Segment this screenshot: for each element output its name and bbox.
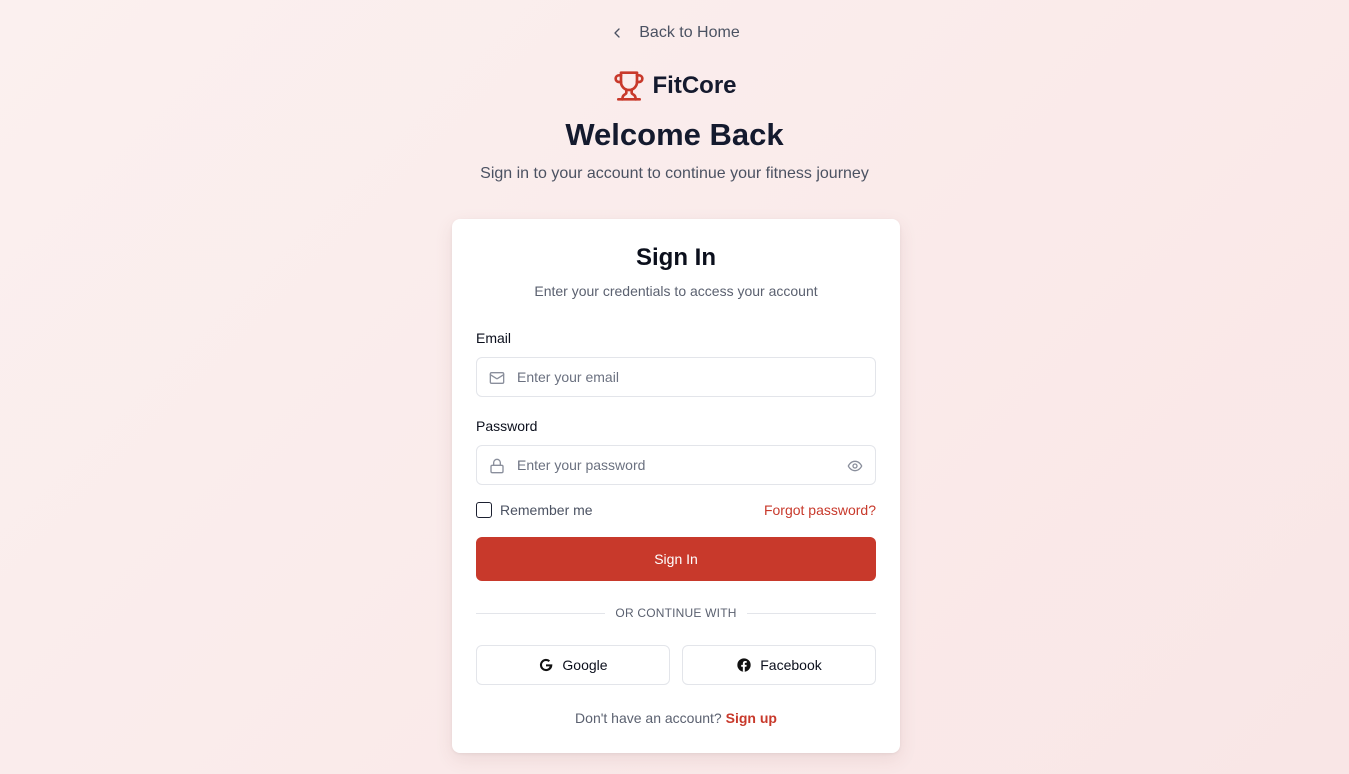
forgot-password-link[interactable]: Forgot password? bbox=[764, 502, 876, 518]
remember-me-checkbox[interactable] bbox=[476, 502, 492, 518]
email-label: Email bbox=[476, 330, 512, 346]
password-field[interactable] bbox=[517, 446, 837, 484]
email-field-wrapper bbox=[476, 357, 876, 397]
card-subtitle: Enter your credentials to access your ac… bbox=[534, 283, 818, 299]
google-icon bbox=[540, 658, 553, 672]
card-title: Sign In bbox=[636, 244, 716, 271]
brand-name: FitCore bbox=[652, 72, 737, 99]
sign-up-link[interactable]: Sign up bbox=[726, 710, 777, 726]
facebook-button[interactable]: Facebook bbox=[682, 645, 876, 685]
back-to-home-link[interactable]: Back to Home bbox=[0, 24, 1349, 42]
sign-in-button[interactable]: Sign In bbox=[476, 537, 876, 581]
divider-line-left bbox=[476, 612, 606, 614]
sign-in-card: Sign In Enter your credentials to access… bbox=[452, 219, 900, 753]
brand: FitCore bbox=[0, 70, 1349, 102]
mail-icon bbox=[489, 372, 505, 384]
divider-text: OR CONTINUE WITH bbox=[615, 606, 737, 620]
divider-line-right bbox=[746, 612, 877, 614]
google-button-label: Google bbox=[562, 657, 608, 673]
back-link-label: Back to Home bbox=[639, 24, 740, 41]
divider: OR CONTINUE WITH bbox=[476, 605, 877, 621]
eye-icon[interactable] bbox=[847, 458, 863, 474]
password-field-wrapper bbox=[476, 445, 876, 485]
page-title: Welcome Back bbox=[565, 117, 784, 152]
page-subtitle: Sign in to your account to continue your… bbox=[480, 165, 869, 182]
remember-me-label: Remember me bbox=[500, 502, 593, 518]
email-field[interactable] bbox=[517, 358, 837, 396]
signup-row: Don't have an account? Sign up bbox=[452, 710, 900, 726]
google-button[interactable]: Google bbox=[476, 645, 670, 685]
remember-me[interactable]: Remember me bbox=[476, 502, 593, 518]
facebook-button-label: Facebook bbox=[760, 657, 822, 673]
signup-prompt: Don't have an account? bbox=[575, 710, 722, 726]
password-label: Password bbox=[476, 418, 538, 434]
facebook-icon bbox=[737, 658, 751, 672]
chevron-left-icon bbox=[614, 28, 620, 38]
trophy-icon bbox=[613, 71, 644, 101]
lock-icon bbox=[490, 458, 504, 474]
